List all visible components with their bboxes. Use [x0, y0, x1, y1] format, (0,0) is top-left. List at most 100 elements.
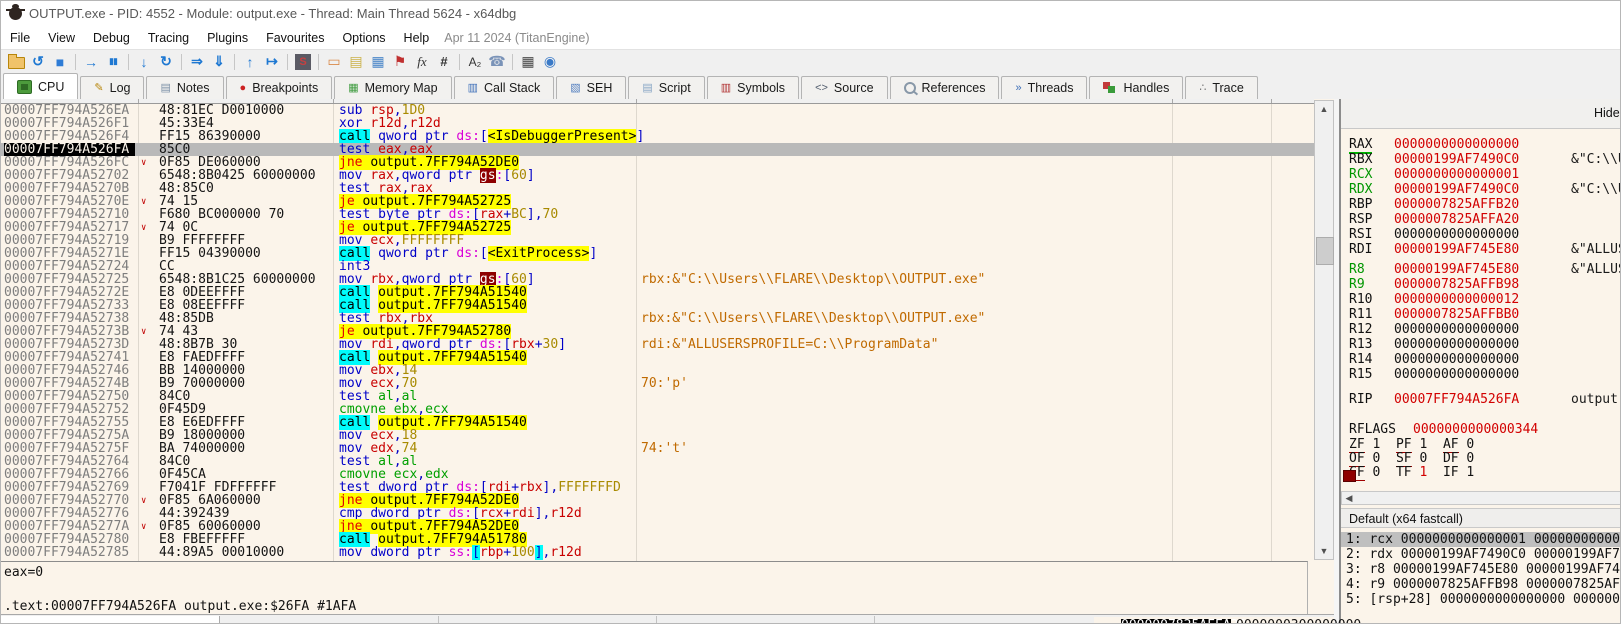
register-row-rdi[interactable]: RDI00000199AF745E80&"ALLUSERSPROFILE=C:\…: [1341, 242, 1621, 257]
tab-trace[interactable]: ∴Trace: [1185, 76, 1258, 99]
register-value[interactable]: 00007FF794A526FA: [1394, 392, 1519, 407]
register-value[interactable]: 0000000000000000: [1394, 352, 1519, 367]
tab-threads[interactable]: »Threads: [1001, 76, 1087, 99]
tab-source[interactable]: <>Source: [801, 76, 887, 99]
register-row-rip[interactable]: RIP00007FF794A526FAoutput.00007FF794A526…: [1341, 392, 1621, 407]
register-value[interactable]: 0000000000000001: [1394, 167, 1519, 182]
cpu-flags-row[interactable]: CF 0 TF 1 IF 1: [1349, 466, 1490, 480]
labels-icon[interactable]: ▦: [367, 52, 389, 72]
calculator-icon[interactable]: ▦: [517, 52, 539, 72]
notify-icon[interactable]: ☎: [486, 52, 508, 72]
register-value[interactable]: 0000000000000344: [1413, 422, 1538, 437]
flag-value[interactable]: 1: [1419, 437, 1427, 452]
fastcall-arg-row[interactable]: 2: rdx 00000199AF7490C0 00000199AF7490C0: [1341, 547, 1621, 562]
flag-value[interactable]: 1: [1419, 465, 1427, 480]
tab-seh[interactable]: ▧SEH: [556, 76, 626, 99]
run-until-return-icon[interactable]: ⇒: [186, 52, 208, 72]
register-row-rflags[interactable]: RFLAGS0000000000000344: [1341, 422, 1621, 437]
flag-value[interactable]: 1: [1372, 437, 1380, 452]
tab-cpu[interactable]: CPU: [3, 73, 78, 99]
scrollbar-thumb[interactable]: [1316, 237, 1334, 265]
register-value[interactable]: 0000000000000000: [1394, 367, 1519, 382]
register-value[interactable]: 00000199AF7490C0: [1394, 182, 1519, 197]
tab-script[interactable]: ▤Script: [628, 76, 704, 99]
disasm-row[interactable]: 00007FF794A5278544:89A5 00010000mov dwor…: [1, 546, 1314, 559]
register-value[interactable]: 0000000000000000: [1394, 322, 1519, 337]
tab-call-stack[interactable]: ▥Call Stack: [454, 76, 555, 99]
registers-pane[interactable]: Hide FPU RAX0000000000000000RBX00000199A…: [1341, 99, 1621, 624]
menu-item-options[interactable]: Options: [333, 28, 394, 48]
register-value[interactable]: 0000000000000000: [1394, 337, 1519, 352]
disasm-row[interactable]: 00007FF794A5274BB9 70000000mov ecx,7070:…: [1, 377, 1314, 390]
step-into-source-icon[interactable]: ⇓: [208, 52, 230, 72]
stack-value[interactable]: 0000000300000000: [1236, 619, 1361, 624]
menu-item-view[interactable]: View: [39, 28, 84, 48]
run-to-user-code-icon[interactable]: ↦: [261, 52, 283, 72]
menu-item-favourites[interactable]: Favourites: [257, 28, 333, 48]
register-row-rsp[interactable]: RSP0000007825AFFA20: [1341, 212, 1621, 227]
register-row-rsi[interactable]: RSI0000000000000000: [1341, 227, 1621, 242]
register-row-rbp[interactable]: RBP0000007825AFFB20: [1341, 197, 1621, 212]
step-into-icon[interactable]: ↓: [133, 52, 155, 72]
step-out-icon[interactable]: ↑: [239, 52, 261, 72]
register-row-r11[interactable]: R110000007825AFFBB0: [1341, 307, 1621, 322]
flag-tf[interactable]: TF: [1396, 465, 1412, 480]
stack-pane-sliver[interactable]: 0000007825AFFA20 0000000300000000: [1094, 617, 1334, 624]
registers-horizontal-scrollbar[interactable]: ◀: [1341, 491, 1621, 505]
disassembly-vertical-scrollbar[interactable]: ▲ ▼: [1314, 100, 1334, 560]
flag-value[interactable]: 1: [1466, 465, 1474, 480]
globe-icon[interactable]: ◉: [539, 52, 561, 72]
register-row-rbx[interactable]: RBX00000199AF7490C0&"C:\\Users\\FLARE\\D…: [1341, 152, 1621, 167]
menu-item-help[interactable]: Help: [395, 28, 439, 48]
menu-item-tracing[interactable]: Tracing: [139, 28, 198, 48]
register-row-r14[interactable]: R140000000000000000: [1341, 352, 1621, 367]
scrollbar-down-arrow-icon[interactable]: ▼: [1315, 543, 1333, 559]
flag-value[interactable]: 0: [1466, 451, 1474, 466]
register-row-r13[interactable]: R130000000000000000: [1341, 337, 1621, 352]
tab-references[interactable]: References: [890, 76, 1000, 99]
register-row-r12[interactable]: R120000000000000000: [1341, 322, 1621, 337]
register-value[interactable]: 0000007825AFFB20: [1394, 197, 1519, 212]
pause-icon[interactable]: ▮▮: [102, 52, 124, 72]
disassembly-pane[interactable]: 00007FF794A526EA48:81EC D0010000sub rsp,…: [1, 99, 1314, 561]
comments-icon[interactable]: ▤: [345, 52, 367, 72]
flag-df[interactable]: DF: [1443, 451, 1459, 466]
fastcall-arg-row[interactable]: 4: r9 0000007825AFFB98 0000007825AFFB98: [1341, 577, 1621, 592]
register-row-r15[interactable]: R150000000000000000: [1341, 367, 1621, 382]
register-value[interactable]: 00000199AF745E80: [1394, 262, 1519, 277]
hash-icon[interactable]: #: [433, 52, 455, 72]
cpu-flags-row[interactable]: ZF 1 PF 1 AF 0: [1349, 438, 1490, 452]
register-value[interactable]: 0000000000000012: [1394, 292, 1519, 307]
font-icon[interactable]: A₂: [464, 52, 486, 72]
register-row-rax[interactable]: RAX0000000000000000: [1341, 137, 1621, 152]
flag-value[interactable]: 0: [1372, 465, 1380, 480]
disasm-row[interactable]: 00007FF794A5275FBA 74000000mov edx,7474:…: [1, 442, 1314, 455]
register-row-r10[interactable]: R100000000000000012: [1341, 292, 1621, 307]
disasm-row[interactable]: 00007FF794A526F4FF15 86390000call qword …: [1, 130, 1314, 143]
tab-handles[interactable]: Handles: [1089, 76, 1183, 99]
dump-tab-active-sliver[interactable]: [1, 616, 220, 624]
open-file-icon[interactable]: [5, 52, 27, 72]
disasm-row[interactable]: 00007FF794A5271EFF15 04390000call qword …: [1, 247, 1314, 260]
tab-memory-map[interactable]: ▦Memory Map: [334, 76, 451, 99]
register-row-r8[interactable]: R800000199AF745E80&"ALLUSERSPROFILE=C:\\…: [1341, 262, 1621, 277]
trace-record-icon[interactable]: S: [292, 52, 314, 72]
flag-if[interactable]: IF: [1443, 465, 1459, 480]
functions-icon[interactable]: fx: [411, 52, 433, 72]
register-value[interactable]: 0000007825AFFBB0: [1394, 307, 1519, 322]
bookmarks-icon[interactable]: ⚑: [389, 52, 411, 72]
register-row-rdx[interactable]: RDX00000199AF7490C0&"C:\\Users\\FLARE\\D…: [1341, 182, 1621, 197]
hide-fpu-button[interactable]: Hide FPU: [1594, 106, 1621, 120]
stack-selected-address[interactable]: 0000007825AFFA20: [1121, 619, 1231, 624]
pane-splitter[interactable]: [1334, 99, 1341, 624]
flag-value[interactable]: 0: [1372, 451, 1380, 466]
menu-item-file[interactable]: File: [1, 28, 39, 48]
run-icon[interactable]: →: [80, 52, 102, 72]
tab-log[interactable]: ✎Log: [80, 76, 144, 99]
hide-fpu-strip[interactable]: Hide FPU: [1341, 99, 1621, 129]
tab-symbols[interactable]: ▥Symbols: [707, 76, 799, 99]
tab-notes[interactable]: ▤Notes: [146, 76, 223, 99]
flag-value[interactable]: 0: [1466, 437, 1474, 452]
register-value[interactable]: 00000199AF745E80: [1394, 242, 1519, 257]
menu-item-plugins[interactable]: Plugins: [198, 28, 257, 48]
